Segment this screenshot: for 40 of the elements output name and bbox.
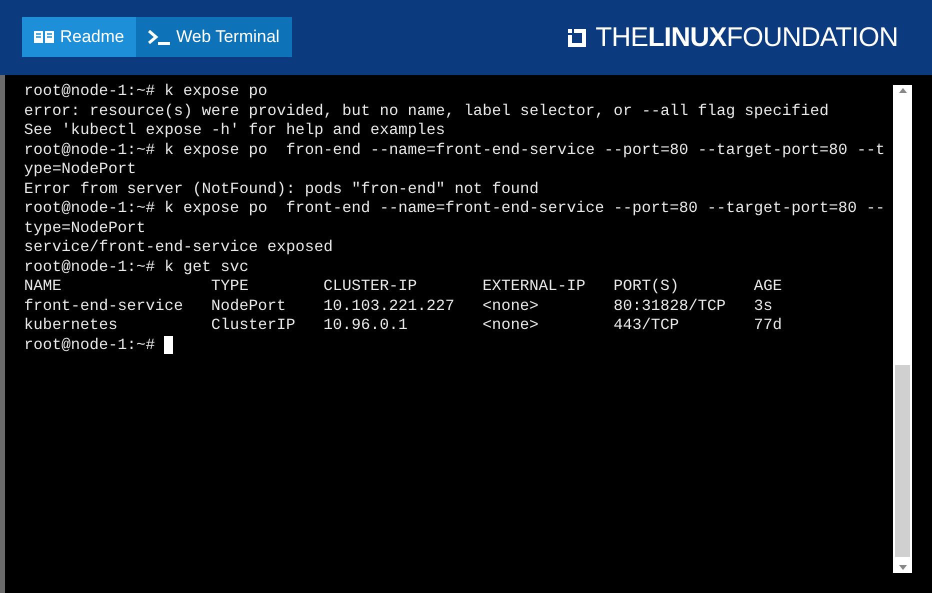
terminal-line: error: resource(s) were provided, but no name, label selector, or --all flag specified xyxy=(24,102,829,121)
column-header: CLUSTER-IP xyxy=(323,277,418,296)
terminal-line: root@node-1:~# k get svc xyxy=(24,258,249,277)
table-cell-text: 77d xyxy=(754,316,783,336)
logo-icon xyxy=(566,26,588,48)
terminal-line: root@node-1:~# k expose po xyxy=(24,82,268,102)
table-cell-text: 10.103.221.227 xyxy=(323,296,456,316)
table-cell-text: 10.96.0.1 xyxy=(323,316,409,336)
column-header: TYPE xyxy=(211,277,250,296)
tab[interactable]: Readme xyxy=(22,16,136,56)
column-header: AGE xyxy=(754,277,783,296)
table-cell-text: kubernetes xyxy=(24,316,119,336)
table-cell-text: <none> xyxy=(482,296,540,316)
column-header: PORT(S) xyxy=(614,277,680,296)
terminal-prompt: root@node-1:~# xyxy=(24,336,156,355)
terminal-line: root@node-1:~# k expose po fron-end --name=front-end-service --port=80 --target-port=80 --t xyxy=(24,140,885,160)
terminal-prompt-icon xyxy=(148,28,170,44)
book-icon xyxy=(34,30,54,44)
scroll-down-icon[interactable] xyxy=(898,565,906,570)
terminal-line: ype=NodePort xyxy=(24,160,136,180)
table-cell-text: <none> xyxy=(482,316,540,336)
tab[interactable]: Web Terminal xyxy=(136,16,292,56)
column-header: EXTERNAL-IP xyxy=(482,277,586,296)
table-cell-text: ClusterIP xyxy=(211,316,296,336)
column-header: NAME xyxy=(24,277,62,296)
scrollbar-thumb[interactable] xyxy=(895,365,910,557)
scrollbar[interactable] xyxy=(893,85,912,573)
terminal-line: See 'kubectl expose -h' for help and examples xyxy=(24,121,446,140)
table-cell-text: 443/TCP xyxy=(614,316,680,336)
scroll-up-icon[interactable] xyxy=(898,88,906,93)
terminal-line: Error from server (NotFound): pods "fron-end" not found xyxy=(24,180,539,199)
table-cell-text: 80:31828/TCP xyxy=(614,296,727,316)
terminal-line: root@node-1:~# k expose po front-end --name=front-end-service --port=80 --target-port=80 -- xyxy=(24,199,885,218)
terminal-line: type=NodePort xyxy=(24,218,146,238)
terminal-line: service/front-end-service exposed xyxy=(24,238,333,258)
cursor xyxy=(164,336,174,354)
table-cell-text: NodePort xyxy=(211,296,288,316)
logo-text: THELINUXFOUNDATION xyxy=(596,24,898,51)
table-cell-text: 3s xyxy=(754,296,774,316)
table-cell-text: front-end-service xyxy=(24,296,184,316)
